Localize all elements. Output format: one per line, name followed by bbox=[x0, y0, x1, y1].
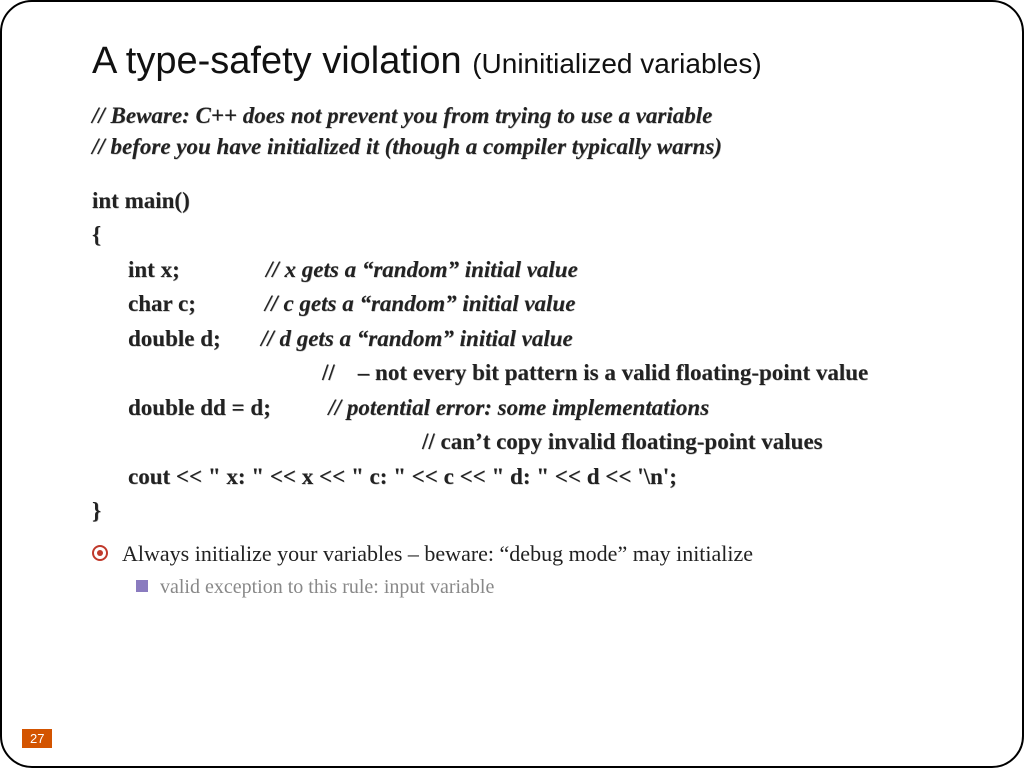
bullet-text: Always initialize your variables – bewar… bbox=[122, 539, 753, 570]
page-number: 27 bbox=[22, 729, 52, 748]
square-icon bbox=[136, 580, 148, 592]
intro-comments: // Beware: C++ does not prevent you from… bbox=[92, 100, 962, 162]
code-line: { bbox=[92, 218, 962, 253]
code-block: int main() { int x; // x gets a “random”… bbox=[92, 184, 962, 529]
slide-title: A type-safety violation (Uninitialized v… bbox=[92, 38, 962, 86]
comment-line: // before you have initialized it (thoug… bbox=[92, 131, 962, 162]
slide: A type-safety violation (Uninitialized v… bbox=[0, 0, 1024, 768]
code-line: double d; // d gets a “random” initial v… bbox=[92, 322, 962, 357]
title-main: A type-safety violation bbox=[92, 40, 472, 82]
code-line: int x; // x gets a “random” initial valu… bbox=[92, 253, 962, 288]
target-icon bbox=[92, 545, 108, 561]
code-line: double dd = d; // potential error: some … bbox=[92, 391, 962, 426]
code-line: } bbox=[92, 494, 962, 529]
code-comment: // – not every bit pattern is a valid fl… bbox=[92, 356, 962, 391]
code-comment: // can’t copy invalid floating-point val… bbox=[92, 425, 962, 460]
bullet-level1: Always initialize your variables – bewar… bbox=[92, 539, 962, 570]
title-sub: (Uninitialized variables) bbox=[472, 48, 761, 79]
bullet-level2: valid exception to this rule: input vari… bbox=[136, 573, 962, 601]
bullet-list: Always initialize your variables – bewar… bbox=[92, 539, 962, 602]
code-line: int main() bbox=[92, 184, 962, 219]
code-line: cout << " x: " << x << " c: " << c << " … bbox=[92, 460, 962, 495]
code-line: char c; // c gets a “random” initial val… bbox=[92, 287, 962, 322]
comment-line: // Beware: C++ does not prevent you from… bbox=[92, 100, 962, 131]
bullet-text: valid exception to this rule: input vari… bbox=[160, 573, 494, 601]
